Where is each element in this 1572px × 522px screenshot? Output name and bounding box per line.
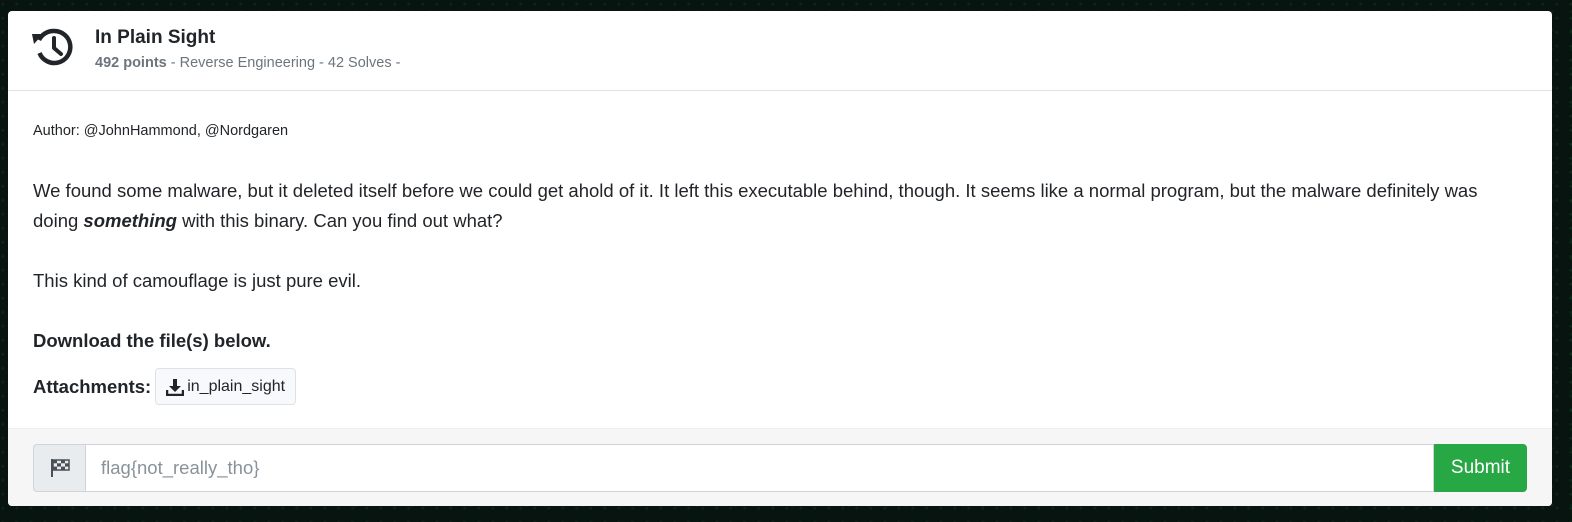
challenge-author: Author: @JohnHammond, @Nordgaren bbox=[33, 123, 289, 139]
challenge-category-solves: - Reverse Engineering - 42 Solves - bbox=[166, 55, 401, 71]
flag-input-group: Submit bbox=[33, 444, 1527, 492]
challenge-points: 492 points bbox=[95, 55, 167, 71]
checkered-flag-icon bbox=[50, 459, 70, 477]
flag-addon bbox=[33, 444, 85, 492]
challenge-description: We found some malware, but it deleted it… bbox=[33, 176, 1523, 236]
attachments-row: Attachments: in_plain_sight bbox=[33, 368, 297, 405]
download-note: Download the file(s) below. bbox=[33, 330, 271, 351]
attachment-download-button[interactable]: in_plain_sight bbox=[155, 368, 297, 405]
description-emphasis: something bbox=[83, 210, 177, 231]
attachments-label: Attachments: bbox=[33, 375, 152, 397]
description-text-end: with this binary. Can you find out what? bbox=[176, 210, 503, 231]
flag-submission-footer: Submit bbox=[8, 428, 1552, 506]
challenge-title: In Plain Sight bbox=[95, 27, 216, 48]
attachment-filename: in_plain_sight bbox=[187, 377, 286, 395]
download-icon bbox=[166, 378, 185, 396]
camouflage-text: This kind of camouflage is just pure evi… bbox=[33, 270, 362, 291]
challenge-header: In Plain Sight 492 points - Reverse Engi… bbox=[8, 11, 1552, 91]
flag-input[interactable] bbox=[85, 444, 1434, 492]
challenge-meta: 492 points - Reverse Engineering - 42 So… bbox=[95, 55, 400, 71]
submit-button[interactable]: Submit bbox=[1434, 444, 1527, 492]
history-icon bbox=[32, 28, 73, 66]
challenge-card: In Plain Sight 492 points - Reverse Engi… bbox=[8, 11, 1552, 506]
